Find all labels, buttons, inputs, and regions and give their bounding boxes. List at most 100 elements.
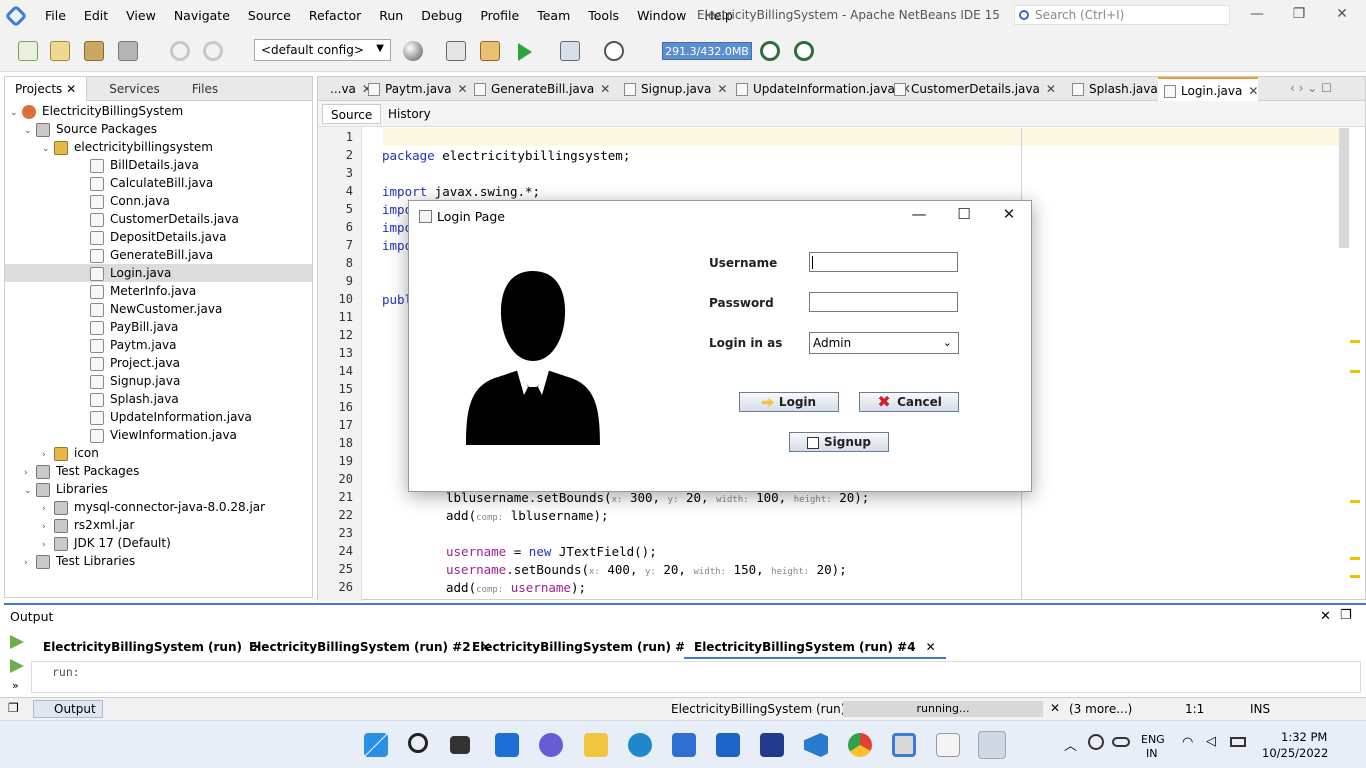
- clock-date[interactable]: 10/25/2022: [1262, 746, 1328, 760]
- code-line-22[interactable]: add(comp: lblusername);: [446, 508, 609, 523]
- save-all-icon[interactable]: [118, 41, 138, 61]
- tree-package[interactable]: ⌄ electricitybillingsystem: [42, 138, 213, 156]
- clean-build-icon[interactable]: [480, 41, 500, 61]
- output-tab-run-3[interactable]: ElectricityBillingSystem (run) #3✕: [472, 635, 714, 659]
- dialog-close-button[interactable]: ✕: [994, 205, 1024, 223]
- menu-window[interactable]: Window: [628, 0, 695, 32]
- login-as-select[interactable]: Admin ⌄: [809, 332, 959, 354]
- menu-source[interactable]: Source: [239, 0, 300, 32]
- expand-toggle-icon[interactable]: ⌄: [10, 104, 22, 122]
- signup-button[interactable]: Signup: [789, 432, 889, 452]
- tree-file[interactable]: UpdateInformation.java: [78, 408, 252, 426]
- tree-file[interactable]: Paytm.java: [78, 336, 177, 354]
- sync-icon[interactable]: [1088, 734, 1104, 750]
- tree-test-libraries[interactable]: › Test Libraries: [24, 552, 135, 570]
- error-stripe-mark[interactable]: [1350, 340, 1360, 343]
- menu-navigate[interactable]: Navigate: [165, 0, 239, 32]
- editor-tab[interactable]: UpdateInformation.java✕: [730, 77, 911, 101]
- code-line-24[interactable]: username = new JTextField();: [446, 544, 657, 559]
- language-code[interactable]: ENG: [1141, 733, 1165, 746]
- close-icon[interactable]: ✕: [458, 82, 468, 96]
- wifi-icon[interactable]: ◠: [1182, 735, 1193, 750]
- profile-icon[interactable]: [604, 41, 624, 61]
- close-icon[interactable]: ✕: [1320, 609, 1331, 624]
- maximize-button[interactable]: ❐: [1285, 6, 1313, 22]
- tree-file[interactable]: Splash.java: [78, 390, 179, 408]
- tab-history[interactable]: History: [380, 104, 439, 124]
- close-icon[interactable]: ✕: [600, 82, 610, 96]
- menu-debug[interactable]: Debug: [412, 0, 471, 32]
- config-select[interactable]: <default config> ▼: [254, 39, 391, 61]
- error-stripe-mark[interactable]: [1350, 557, 1360, 560]
- tab-nav-arrows[interactable]: ‹ › ⌄ ☐: [1290, 81, 1332, 95]
- edge-icon[interactable]: [628, 733, 652, 757]
- tree-file[interactable]: Project.java: [78, 354, 180, 372]
- mail-icon[interactable]: [716, 733, 740, 757]
- app-icon[interactable]: [760, 733, 784, 757]
- region-code[interactable]: IN: [1146, 747, 1157, 760]
- restore-icon[interactable]: ❐: [8, 701, 19, 715]
- maximize-icon[interactable]: ❐: [1340, 608, 1352, 623]
- taskbar-search-icon[interactable]: [408, 733, 428, 753]
- tab-files[interactable]: Files: [182, 77, 228, 101]
- output-tab-run-4[interactable]: ElectricityBillingSystem (run) #4 ✕: [684, 635, 946, 659]
- chat-icon[interactable]: [539, 733, 563, 757]
- rerun-icon[interactable]: [10, 635, 24, 649]
- close-icon[interactable]: ✕: [1248, 84, 1258, 98]
- editor-tab[interactable]: GenerateBill.java ✕: [468, 77, 610, 101]
- tree-file[interactable]: Login.java: [78, 264, 171, 282]
- error-stripe-mark[interactable]: [1350, 370, 1360, 373]
- close-icon[interactable]: ✕: [66, 82, 76, 96]
- tree-file[interactable]: Conn.java: [78, 192, 170, 210]
- more-icon[interactable]: »: [12, 679, 19, 692]
- tree-project[interactable]: ⌄ ElectricityBillingSystem: [10, 102, 183, 120]
- run-icon[interactable]: [518, 43, 532, 61]
- clock-time[interactable]: 1:32 PM: [1281, 730, 1327, 744]
- tab-services[interactable]: Services: [99, 77, 170, 101]
- editor-tab[interactable]: Login.java ✕: [1158, 77, 1259, 101]
- menu-run[interactable]: Run: [370, 0, 412, 32]
- tab-source[interactable]: Source: [322, 104, 382, 124]
- output-tab-run-2[interactable]: ElectricityBillingSystem (run) #2 ✕: [249, 635, 491, 659]
- tree-file[interactable]: CalculateBill.java: [78, 174, 213, 192]
- tree-file[interactable]: CustomerDetails.java: [78, 210, 239, 228]
- dialog-maximize-button[interactable]: ☐: [949, 205, 979, 223]
- code-line-26[interactable]: add(comp: username);: [446, 580, 586, 595]
- onedrive-icon[interactable]: [1112, 737, 1130, 747]
- error-stripe-mark[interactable]: [1350, 575, 1360, 578]
- build-hammer-icon[interactable]: [446, 41, 466, 61]
- code-line-2[interactable]: package electricitybillingsystem;: [382, 148, 630, 163]
- error-stripe-mark[interactable]: [1350, 500, 1360, 503]
- new-project-icon[interactable]: [50, 41, 70, 61]
- menu-team[interactable]: Team: [528, 0, 579, 32]
- debug-icon[interactable]: [560, 41, 580, 61]
- undo-icon[interactable]: [170, 41, 190, 61]
- cancel-task-icon[interactable]: ✕: [1050, 701, 1060, 715]
- vscode-icon[interactable]: [804, 733, 828, 757]
- close-icon[interactable]: ✕: [1046, 82, 1056, 96]
- tree-libraries[interactable]: ⌄ Libraries: [24, 480, 108, 498]
- cancel-button[interactable]: ✖ Cancel: [859, 392, 959, 412]
- volume-icon[interactable]: ◁: [1206, 734, 1216, 749]
- login-button[interactable]: Login: [739, 392, 839, 412]
- file-explorer-icon[interactable]: [584, 733, 608, 757]
- tree-file[interactable]: ViewInformation.java: [78, 426, 237, 444]
- username-input[interactable]: [809, 252, 958, 272]
- tree-library[interactable]: › mysql-connector-java-8.0.28.jar: [42, 498, 265, 516]
- status-more[interactable]: (3 more...): [1069, 702, 1132, 716]
- java-icon[interactable]: [936, 733, 960, 757]
- search-input[interactable]: Search (Ctrl+I): [1014, 5, 1230, 25]
- memory-indicator[interactable]: 291.3/432.0MB: [662, 42, 752, 60]
- expand-toggle-icon[interactable]: ›: [24, 554, 36, 572]
- widgets-icon[interactable]: [495, 733, 519, 757]
- chevron-up-icon[interactable]: ︿: [1064, 735, 1077, 754]
- menu-edit[interactable]: Edit: [75, 0, 117, 32]
- globe-icon[interactable]: [403, 41, 423, 61]
- code-line-21[interactable]: lblusername.setBounds(x: 300, y: 20, wid…: [446, 490, 869, 505]
- tree-library[interactable]: › JDK 17 (Default): [42, 534, 171, 552]
- editor-tab[interactable]: Signup.java ✕: [618, 77, 727, 101]
- chrome-icon[interactable]: [848, 733, 872, 757]
- close-button[interactable]: ✕: [1328, 6, 1356, 22]
- menu-profile[interactable]: Profile: [471, 0, 528, 32]
- tree-source-packages[interactable]: ⌄ Source Packages: [24, 120, 157, 138]
